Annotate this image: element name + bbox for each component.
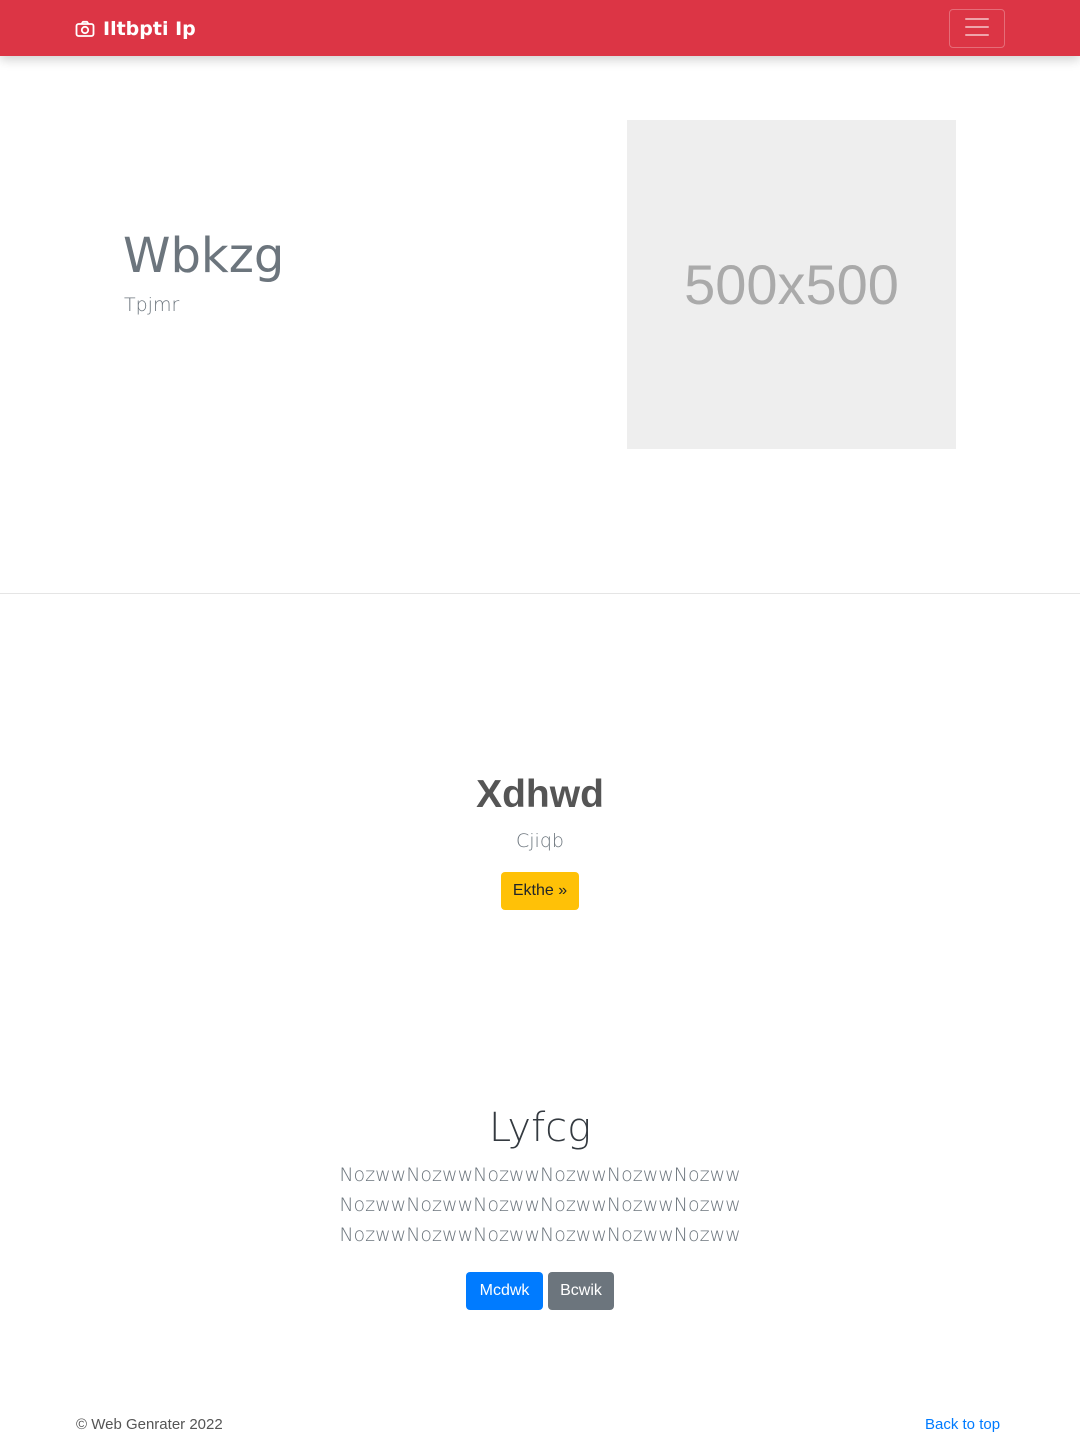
info-paragraph-line: NozwwNozwwNozwwNozwwNozwwNozww [339,1164,741,1186]
secondary-button[interactable]: Bcwik [548,1272,614,1310]
hero-subtitle: Tpjmr [124,294,180,316]
placeholder-image-label: 500x500 [684,253,899,316]
footer-copyright: © Web Genrater 2022 [76,1416,223,1433]
section-divider [0,593,1080,594]
info-paragraph: NozwwNozwwNozwwNozwwNozwwNozww NozwwNozw… [0,1160,1080,1250]
info-title: Lyfcg [488,1105,592,1151]
brand-link[interactable]: Iltbpti Ip [75,17,196,41]
navbar-toggler-button[interactable] [949,9,1005,48]
back-to-top-link[interactable]: Back to top [925,1416,1000,1433]
hero-placeholder-image: 500x500 [627,120,956,449]
info-paragraph-line: NozwwNozwwNozwwNozwwNozwwNozww [339,1224,741,1246]
camera-icon [75,19,95,39]
brand-label: Iltbpti Ip [103,18,196,40]
feature-title: Xdhwd [476,773,604,816]
primary-button[interactable]: Mcdwk [466,1272,543,1310]
hamburger-menu-icon [962,12,992,45]
feature-subtitle: Cjiqb [516,830,564,852]
navbar: Iltbpti Ip [0,0,1080,56]
hero-title: Wbkzg [123,228,285,284]
info-paragraph-line: NozwwNozwwNozwwNozwwNozwwNozww [339,1194,741,1216]
feature-button[interactable]: Ekthe » [501,872,579,910]
